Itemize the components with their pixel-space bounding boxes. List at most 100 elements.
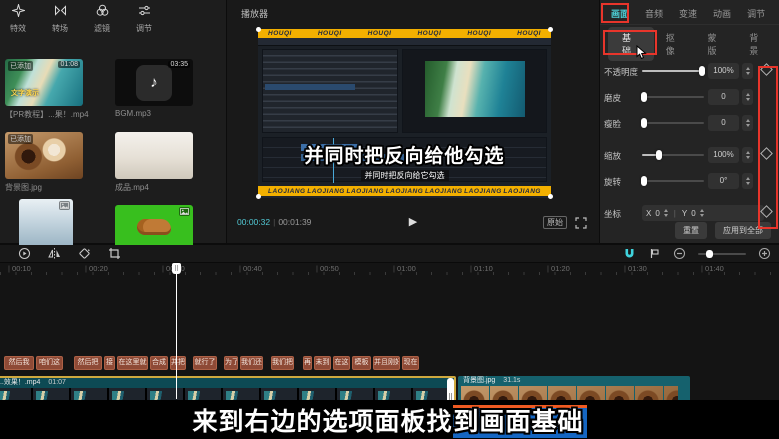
stepper-down-icon[interactable] [746,156,750,159]
text-clip[interactable]: 在这 [333,356,350,370]
text-clip[interactable]: 并把 [170,356,186,370]
media-thumbnail-clouds[interactable] [19,199,73,251]
slider-瘦脸[interactable] [642,122,704,124]
text-clip[interactable]: 模板 [352,356,371,370]
tab-变速[interactable]: 变速 [676,6,700,24]
text-clip[interactable]: 未到 [314,356,331,370]
value-stepper[interactable] [742,63,753,79]
text-clip[interactable]: 现在 [402,356,419,370]
reset-button[interactable]: 重置 [675,222,707,239]
image-clip-label: 背景图.jpg31.1s [458,376,690,386]
toolbar-item-转场[interactable]: 转场 [46,4,74,27]
slider-handle[interactable] [656,150,662,160]
stepper-up-icon[interactable] [746,177,750,180]
coord-inputs[interactable]: X0 | Y0 [642,205,764,221]
apply-to-all-button[interactable]: 应用到全部 [715,222,771,239]
text-clip[interactable]: 为了 [224,356,238,370]
tab-动画[interactable]: 动画 [710,6,734,24]
text-clip[interactable]: 合成 [150,356,168,370]
text-clip[interactable]: 并且刚好 [373,356,400,370]
tab-音频[interactable]: 音频 [642,6,666,24]
media-thumbnail-donuts[interactable]: 已添加 [5,132,83,179]
keyframe-diamond-icon[interactable] [760,147,773,160]
play-button[interactable]: ▶ [409,215,417,228]
tab-调节[interactable]: 调节 [744,6,768,24]
subtab-抠像[interactable]: 抠像 [654,28,696,60]
property-label: 磨皮 [604,92,621,104]
stepper-up-icon[interactable] [746,151,750,154]
slider-磨皮[interactable] [642,96,704,98]
subtab-背景[interactable]: 背景 [737,28,779,60]
slider-handle[interactable] [641,176,647,186]
media-item[interactable]: 成品.mp4 [115,132,215,193]
stepper-up-icon[interactable] [746,67,750,70]
selection-handle[interactable] [256,27,261,32]
selection-handle[interactable] [256,194,261,199]
total-duration: 00:01:39 [278,217,311,227]
stepper-up-icon[interactable] [746,119,750,122]
mirror-icon[interactable] [48,247,61,260]
crop-icon[interactable] [108,247,121,260]
toolbar-item-滤镜[interactable]: 滤镜 [88,4,116,27]
media-item[interactable]: ♪03:35BGM.mp3 [115,59,215,118]
timeline-zoom-slider[interactable] [698,253,746,255]
media-thumbnail-audio[interactable]: ♪03:35 [115,59,193,106]
stepper-down-icon[interactable] [746,182,750,185]
text-clip[interactable]: 在这里就 [117,356,148,370]
linkage-icon[interactable] [648,247,661,260]
slider-旋转[interactable] [642,180,704,182]
keyframe-diamond-icon[interactable] [760,63,773,76]
slider-不透明度[interactable] [642,70,704,72]
selection-handle[interactable] [548,27,553,32]
property-row-磨皮: 磨皮0 [600,84,779,110]
preview-caption-sub: 并同时把反向给它勾选 [258,170,551,181]
media-thumbnail-bedroom[interactable] [115,132,193,179]
added-badge: 已添加 [8,134,33,144]
text-clip[interactable]: 我们把 [271,356,294,370]
text-clip[interactable]: 再 [303,356,312,370]
stepper-down-icon[interactable] [746,98,750,101]
fullscreen-icon[interactable] [575,216,587,228]
y-stepper[interactable] [700,209,704,217]
slider-handle[interactable] [699,66,705,76]
snap-magnet-icon[interactable] [623,247,636,260]
slider-缩放[interactable] [642,154,704,156]
banner-word: HOUQI [517,30,541,37]
toolbar-item-调节[interactable]: 调节 [130,4,158,27]
playhead-handle[interactable] [172,263,181,274]
slider-handle[interactable] [641,92,647,102]
reverse-icon[interactable] [18,247,31,260]
text-clip[interactable]: 接 [104,356,115,370]
ratio-button[interactable]: 原始 [543,216,567,229]
value-stepper[interactable] [742,147,753,163]
text-clip[interactable]: 就行了 [193,356,217,370]
tiger-figure [137,219,171,235]
ruler-label: 00:10 [8,264,31,273]
toolbar-item-特效[interactable]: 特效 [4,4,32,27]
banner-word: LAOJIANG [346,188,384,195]
x-stepper[interactable] [664,209,668,217]
stepper-down-icon[interactable] [746,72,750,75]
zoom-in-icon[interactable] [758,247,771,260]
video-preview[interactable]: HOUQIHOUQIHOUQIHOUQIHOUQIHOUQI 并同时把反向给他勾… [258,29,551,198]
media-thumbnail-beach[interactable]: 文字演示01:08已添加 [5,59,83,106]
timeline-ruler[interactable]: 00:1000:2000:3000:4000:5001:0001:1001:20… [0,263,779,276]
tab-画面[interactable]: 画面 [608,6,632,24]
text-clip[interactable]: 咱们这 [36,356,63,370]
media-item[interactable]: 文字演示01:08已添加【PR教程】...果！.mp4 [5,59,105,120]
text-clip[interactable]: 我们还 [240,356,263,370]
slider-handle[interactable] [641,118,647,128]
selection-handle[interactable] [548,194,553,199]
value-stepper[interactable] [742,89,753,105]
playhead[interactable] [176,263,177,399]
stepper-up-icon[interactable] [746,93,750,96]
stepper-down-icon[interactable] [746,124,750,127]
text-clip[interactable]: 然后我 [4,356,34,370]
text-clip[interactable]: 然后把 [74,356,102,370]
zoom-out-icon[interactable] [673,247,686,260]
subtab-蒙版[interactable]: 蒙版 [696,28,738,60]
media-item[interactable]: 已添加背景图.jpg [5,132,105,193]
value-stepper[interactable] [742,115,753,131]
value-stepper[interactable] [742,173,753,189]
rotate-icon[interactable] [78,247,91,260]
